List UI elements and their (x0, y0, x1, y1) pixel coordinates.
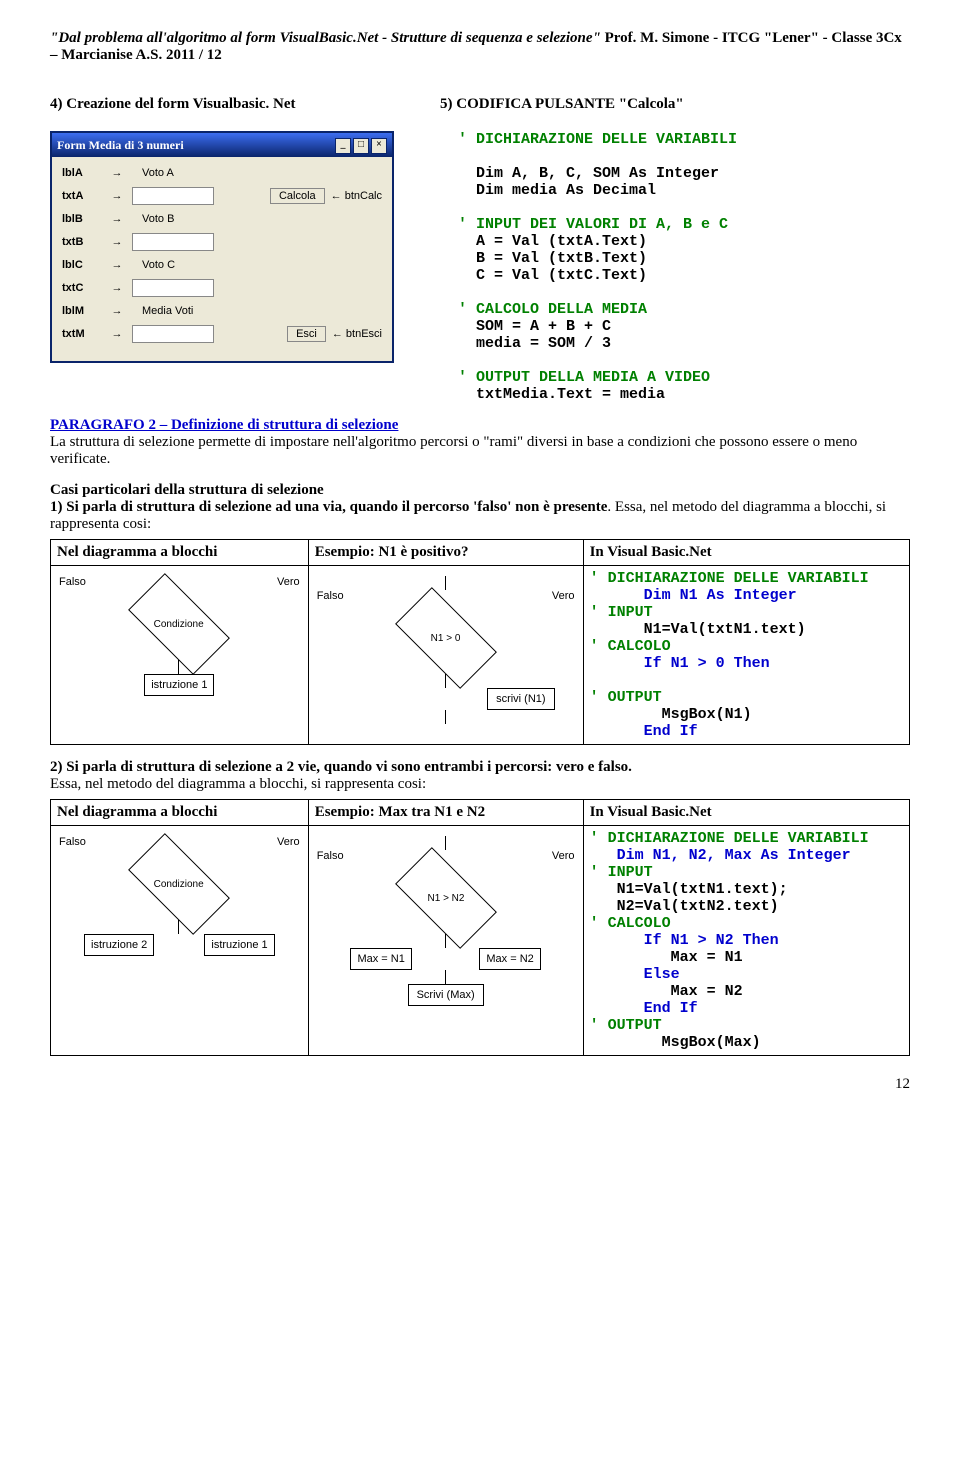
casi-title: Casi particolari della struttura di sele… (50, 482, 324, 498)
esci-button[interactable]: Esci (287, 326, 326, 342)
form-titlebar: Form Media di 3 numeri _□× (52, 133, 392, 157)
p2-bold: 2) Si parla di struttura di selezione a … (50, 759, 632, 775)
desc-a: Voto A (142, 167, 174, 179)
code-block-3: ' DICHIARAZIONE DELLE VARIABILI Dim N1, … (590, 830, 903, 1051)
txt-a-field[interactable] (132, 187, 214, 205)
t2-h2: Esempio: Max tra N1 e N2 (308, 800, 583, 826)
desc-b: Voto B (142, 213, 174, 225)
lbl-txta: txtA (62, 190, 102, 202)
casi-particolari: Casi particolari della struttura di sele… (50, 482, 910, 533)
lbl-a: lblA (62, 167, 102, 179)
paragraph-2: PARAGRAFO 2 – Definizione di struttura d… (50, 417, 910, 468)
annot-btncalc: ← btnCalc (331, 190, 382, 202)
arrow-icon: → (102, 305, 132, 317)
window-buttons: _□× (333, 136, 387, 154)
code-block-1: ' DICHIARAZIONE DELLE VARIABILI Dim A, B… (440, 131, 910, 403)
page-number: 12 (50, 1076, 910, 1093)
table-2: Nel diagramma a blocchiEsempio: Max tra … (50, 799, 910, 1056)
casi-p1a: 1) Si parla di struttura di selezione ad… (50, 499, 607, 515)
lbl-c: lblC (62, 259, 102, 271)
form-title: Form Media di 3 numeri (57, 138, 184, 153)
desc-m: Media Voti (142, 305, 193, 317)
doc-title: "Dal problema all'algoritmo al form Visu… (50, 30, 601, 46)
annot-btnesci: ← btnEsci (332, 328, 382, 340)
lbl-txtb: txtB (62, 236, 102, 248)
maximize-icon[interactable]: □ (353, 138, 369, 154)
arrow-icon: → (102, 282, 132, 294)
txt-m-field[interactable] (132, 325, 214, 343)
arrow-icon: → (102, 236, 132, 248)
diagram-1b: FalsoVero N1 > 0 scrivi (N1) (315, 570, 577, 730)
minimize-icon[interactable]: _ (335, 138, 351, 154)
t1-h2: Esempio: N1 è positivo? (308, 540, 583, 566)
t1-h3: In Visual Basic.Net (583, 540, 909, 566)
arrow-icon: → (102, 167, 132, 179)
desc-c: Voto C (142, 259, 175, 271)
lbl-txtc: txtC (62, 282, 102, 294)
code-block-2: ' DICHIARAZIONE DELLE VARIABILI Dim N1 A… (590, 570, 903, 740)
lbl-m: lblM (62, 305, 102, 317)
page-header: "Dal problema all'algoritmo al form Visu… (50, 30, 910, 64)
table-1: Nel diagramma a blocchiEsempio: N1 è pos… (50, 539, 910, 745)
section-4-title: 4) Creazione del form Visualbasic. Net (50, 96, 420, 113)
txt-c-field[interactable] (132, 279, 214, 297)
arrow-icon: → (102, 213, 132, 225)
para2-title: PARAGRAFO 2 – Definizione di struttura d… (50, 417, 398, 433)
diagram-2a: FalsoVero Condizione istruzione 2istruzi… (57, 830, 302, 962)
lbl-b: lblB (62, 213, 102, 225)
lbl-txtm: txtM (62, 328, 102, 340)
p2: 2) Si parla di struttura di selezione a … (50, 759, 910, 793)
calc-button[interactable]: Calcola (270, 188, 325, 204)
vb-form-window: Form Media di 3 numeri _□× lblA→Voto A t… (50, 131, 394, 363)
diagram-2b: FalsoVero N1 > N2 Max = N1Max = N2 Scriv… (315, 830, 577, 1012)
t2-h3: In Visual Basic.Net (583, 800, 909, 826)
para2-body: La struttura di selezione permette di im… (50, 434, 857, 467)
close-icon[interactable]: × (371, 138, 387, 154)
arrow-icon: → (102, 190, 132, 202)
p2-rest: Essa, nel metodo del diagramma a blocchi… (50, 776, 426, 792)
arrow-icon: → (102, 328, 132, 340)
diagram-1a: FalsoVero Condizione istruzione 1 (57, 570, 302, 702)
arrow-icon: → (102, 259, 132, 271)
t1-h1: Nel diagramma a blocchi (51, 540, 309, 566)
t2-h1: Nel diagramma a blocchi (51, 800, 309, 826)
txt-b-field[interactable] (132, 233, 214, 251)
section-5-title: 5) CODIFICA PULSANTE "Calcola" (440, 96, 910, 113)
